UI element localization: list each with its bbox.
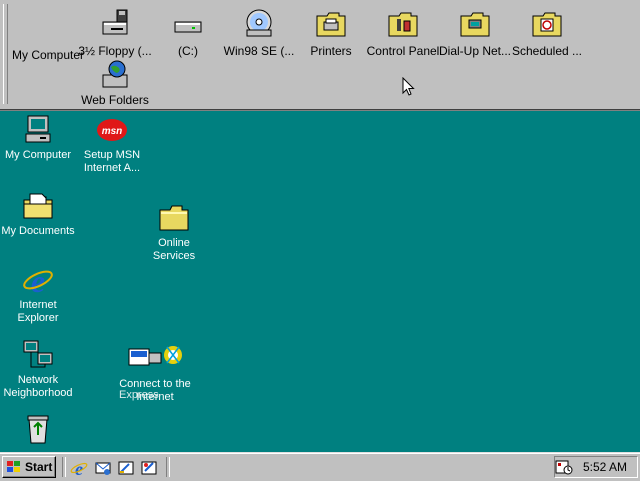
svg-text:e: e xyxy=(31,264,45,296)
desktop-icon-connect-to-internet[interactable]: Connect to the Internet Express xyxy=(99,343,211,404)
start-button[interactable]: Start xyxy=(2,456,56,478)
desktop-icon-label-line2: Explorer xyxy=(17,312,59,324)
toolbar-item-dial-up-networking[interactable]: Dial-Up Net... xyxy=(436,8,514,58)
mouse-cursor-icon xyxy=(402,77,415,96)
cd-drive-icon xyxy=(243,8,275,40)
printers-folder-icon xyxy=(315,8,347,40)
taskbar-separator xyxy=(166,457,170,477)
my-computer-toolbar: My Computer 3½ Floppy (... (C:) Win98 SE… xyxy=(0,0,640,111)
desktop-icon-network-neighborhood[interactable]: Network Neighborhood xyxy=(0,339,76,400)
desktop-icon-recycle-bin[interactable] xyxy=(0,413,76,448)
desktop-icon-label-line2: Neighborhood xyxy=(3,387,73,399)
dial-up-networking-folder-icon xyxy=(459,8,491,40)
taskbar-separator xyxy=(62,457,66,477)
desktop-icon-label-line1: Internet xyxy=(19,299,57,311)
toolbar-item-web-folders[interactable]: Web Folders xyxy=(76,59,154,107)
overlapped-icon-label: Express xyxy=(119,389,159,401)
network-computers-icon xyxy=(22,339,54,371)
desktop-icon-my-documents[interactable]: My Documents xyxy=(0,190,76,238)
scheduled-tasks-folder-icon xyxy=(531,8,563,40)
desktop-icon-label-line1: Online xyxy=(158,237,190,249)
recycle-bin-icon xyxy=(22,413,54,445)
toolbar-item-label: Dial-Up Net... xyxy=(438,44,512,58)
control-panel-folder-icon xyxy=(387,8,419,40)
my-documents-folder-icon xyxy=(22,190,54,222)
windows-logo-icon xyxy=(7,461,20,472)
toolbar-item-control-panel[interactable]: Control Panel xyxy=(364,8,442,58)
desktop-icon-label: My Documents xyxy=(1,225,75,237)
toolbar-item-label: Win98 SE (... xyxy=(223,44,295,58)
toolbar-item-floppy[interactable]: 3½ Floppy (... xyxy=(76,8,154,58)
quick-launch-show-desktop-icon[interactable] xyxy=(117,459,135,477)
toolbar-item-scheduled-tasks[interactable]: Scheduled ... xyxy=(508,8,586,58)
toolbar-item-label: Printers xyxy=(310,44,352,58)
clock[interactable]: 5:52 AM xyxy=(583,460,627,474)
toolbar-item-printers[interactable]: Printers xyxy=(292,8,370,58)
quick-launch-internet-explorer-icon[interactable]: e xyxy=(70,459,88,477)
computer-icon xyxy=(22,114,54,146)
msn-logo-icon: msn xyxy=(96,114,128,146)
system-tray: 5:52 AM xyxy=(554,456,638,478)
desktop-icon-my-computer[interactable]: My Computer xyxy=(0,114,76,162)
floppy-drive-icon xyxy=(99,8,131,40)
desktop-icon-internet-explorer[interactable]: e Internet Explorer xyxy=(0,263,76,325)
toolbar-item-cd-drive[interactable]: Win98 SE (... xyxy=(220,8,298,58)
svg-text:e: e xyxy=(75,459,83,477)
internet-explorer-icon: e xyxy=(22,263,54,299)
toolbar-item-label: Control Panel xyxy=(366,44,440,58)
toolbar-item-label: Web Folders xyxy=(81,93,149,107)
connect-wizard-icon xyxy=(127,343,183,375)
desktop-icon-online-services[interactable]: Online Services xyxy=(136,202,212,263)
desktop-icon-label-line2: Services xyxy=(152,250,196,262)
desktop-icon-setup-msn[interactable]: msn Setup MSN Internet A... xyxy=(74,114,150,175)
toolbar-grip[interactable] xyxy=(3,4,8,104)
toolbar-title: My Computer xyxy=(12,48,85,62)
toolbar-item-label: 3½ Floppy (... xyxy=(78,44,152,58)
quick-launch-channels-icon[interactable] xyxy=(140,459,158,477)
toolbar-item-c-drive[interactable]: (C:) xyxy=(149,8,227,58)
scheduler-tray-icon[interactable] xyxy=(555,459,573,475)
folder-icon xyxy=(158,202,190,234)
toolbar-item-label: (C:) xyxy=(178,44,198,58)
taskbar: Start e 5:52 AM xyxy=(0,452,640,481)
hard-drive-icon xyxy=(172,8,204,40)
desktop-icon-label-line1: Setup MSN xyxy=(83,149,141,161)
desktop-icon-label-line2: Internet A... xyxy=(83,162,141,174)
toolbar-item-label: Scheduled ... xyxy=(511,44,583,58)
quick-launch-outlook-express-icon[interactable] xyxy=(94,459,112,477)
msn-logo-text: msn xyxy=(102,126,123,137)
desktop-icon-label: My Computer xyxy=(4,149,72,161)
web-folders-icon xyxy=(99,59,131,91)
desktop-icon-label-line1: Network xyxy=(17,374,59,386)
start-button-label: Start xyxy=(25,460,53,474)
